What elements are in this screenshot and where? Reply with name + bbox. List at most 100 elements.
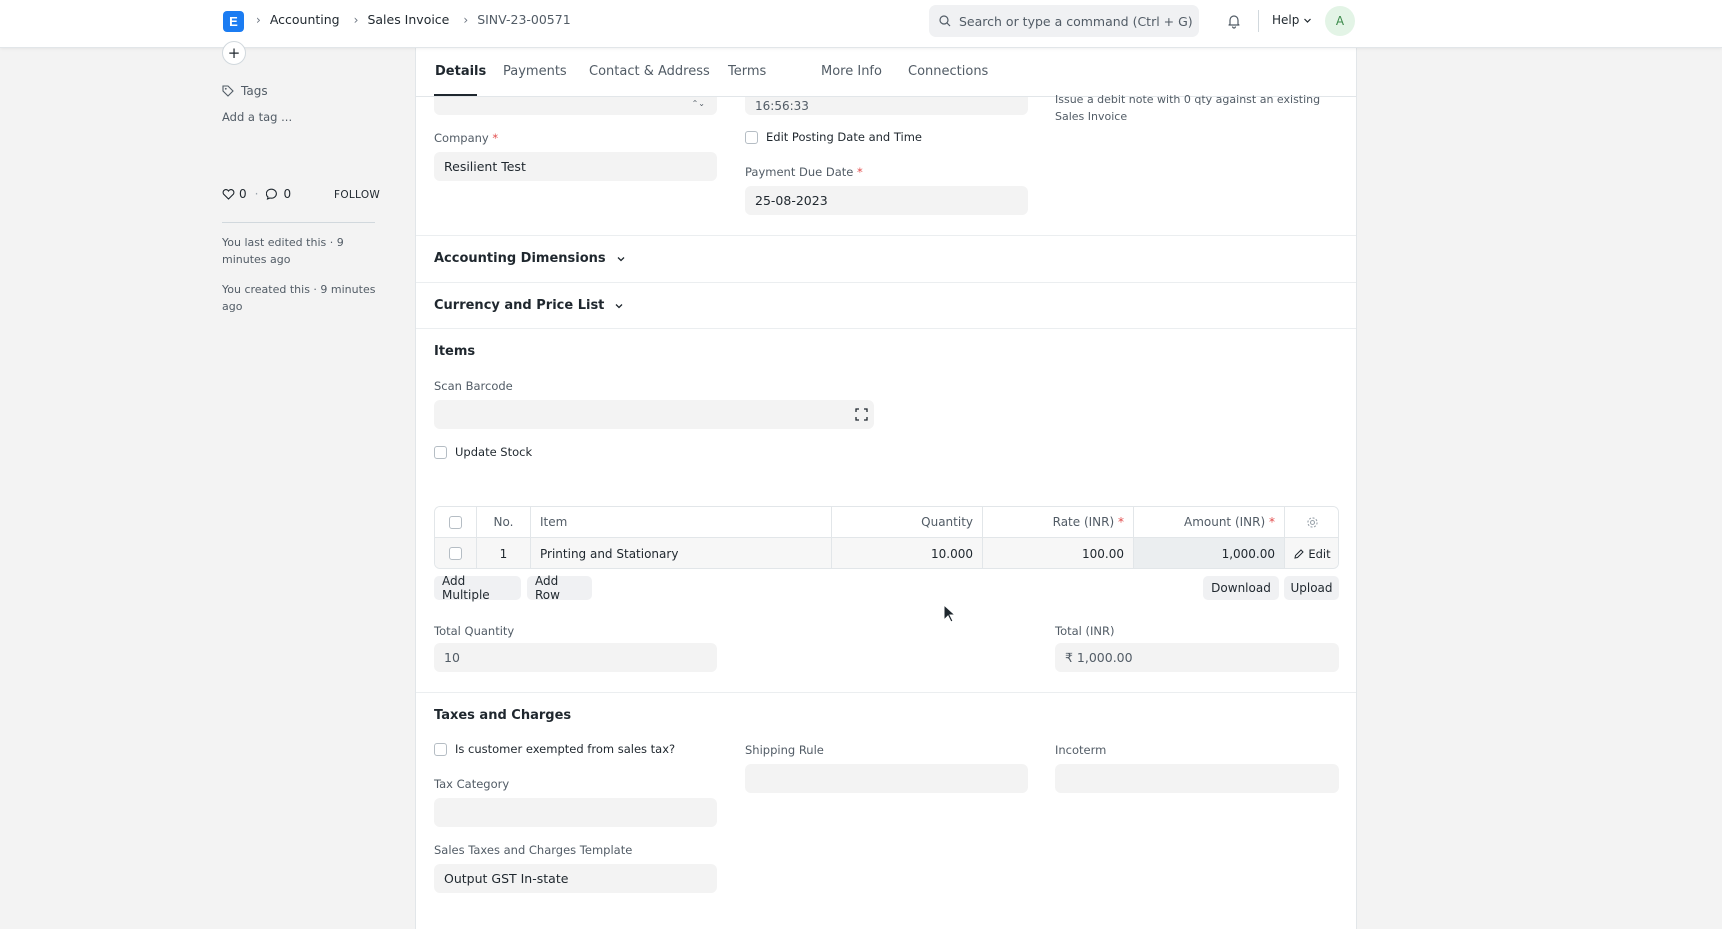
items-section-title: Items — [434, 344, 476, 359]
update-stock-row[interactable]: Update Stock — [434, 445, 532, 459]
help-dropdown[interactable]: Help — [1272, 13, 1312, 27]
tab-contact-address[interactable]: Contact & Address — [589, 64, 710, 79]
table-row[interactable]: 1 Printing and Stationary 10.000 100.00 … — [435, 538, 1338, 568]
incoterm-label: Incoterm — [1055, 743, 1107, 757]
add-tag-link[interactable]: Add a tag ... — [222, 110, 292, 124]
grid-settings-cell — [1285, 507, 1338, 537]
due-date-value: 25-08-2023 — [755, 193, 828, 208]
items-table-header: No. Item Quantity Rate (INR) * Amount (I… — [435, 507, 1338, 538]
chevron-right-icon: › — [353, 12, 359, 27]
follow-button[interactable]: FOLLOW — [334, 189, 380, 201]
add-row-button[interactable]: Add Row — [527, 574, 592, 602]
plus-icon: + — [227, 44, 241, 62]
template-value: Output GST In-state — [444, 871, 569, 886]
edit-posting-checkbox-row[interactable]: Edit Posting Date and Time — [745, 130, 922, 144]
scrolled-select[interactable]: ⌃⌄ — [434, 97, 717, 115]
download-button[interactable]: Download — [1203, 576, 1279, 600]
row-no: 1 — [477, 538, 531, 568]
total-quantity-label: Total Quantity — [434, 624, 515, 638]
select-all-checkbox[interactable] — [449, 515, 462, 529]
posting-time-value: 16:56:33 — [755, 99, 809, 113]
tab-details[interactable]: Details — [435, 64, 486, 79]
row-rate[interactable]: 100.00 — [983, 538, 1134, 568]
col-rate: Rate (INR) * — [983, 507, 1134, 537]
edit-posting-checkbox[interactable] — [745, 130, 758, 144]
exempt-row[interactable]: Is customer exempted from sales tax? — [434, 742, 675, 756]
total-value: ₹ 1,000.00 — [1065, 650, 1133, 665]
breadcrumb-current: SINV-23-00571 — [477, 12, 571, 27]
row-edit-label: Edit — [1308, 546, 1331, 561]
select-arrows-icon: ⌃⌄ — [691, 99, 705, 108]
created-note: You created this · 9 minutes ago — [222, 283, 376, 313]
items-table: No. Item Quantity Rate (INR) * Amount (I… — [434, 506, 1339, 569]
chevron-down-icon — [617, 256, 625, 261]
template-field[interactable]: Output GST In-state — [434, 864, 717, 893]
chevron-right-icon: › — [256, 12, 261, 27]
tab-terms[interactable]: Terms — [728, 64, 766, 79]
tab-payments[interactable]: Payments — [503, 64, 567, 79]
tax-category-field[interactable] — [434, 798, 717, 827]
due-date-field[interactable]: 25-08-2023 — [745, 186, 1028, 215]
select-all-cell — [435, 507, 477, 537]
section-divider — [416, 235, 1356, 236]
heart-icon[interactable] — [222, 188, 235, 200]
debit-note-hint: Issue a debit note with 0 qty against an… — [1055, 93, 1321, 123]
tab-more-info[interactable]: More Info — [821, 64, 882, 79]
search-icon — [939, 15, 951, 27]
row-checkbox[interactable] — [449, 547, 462, 560]
chevron-down-icon — [1304, 18, 1312, 23]
upload-button[interactable]: Upload — [1284, 576, 1339, 600]
tags-header: Tags — [222, 84, 268, 98]
scan-barcode-input[interactable] — [434, 400, 874, 429]
currency-price-list-header[interactable]: Currency and Price List — [434, 298, 624, 313]
bell-icon[interactable] — [1226, 13, 1242, 29]
company-label: Company * — [434, 131, 499, 145]
mouse-cursor-icon — [943, 604, 957, 623]
add-multiple-button[interactable]: Add Multiple — [434, 574, 521, 602]
incoterm-field[interactable] — [1055, 764, 1339, 793]
chevron-down-icon — [615, 303, 623, 308]
posting-time-field[interactable]: 16:56:33 — [745, 97, 1028, 115]
row-edit-button[interactable]: Edit — [1285, 538, 1338, 568]
update-stock-checkbox[interactable] — [434, 445, 447, 459]
taxes-section-title: Taxes and Charges — [434, 708, 572, 723]
form-main: Details Payments Contact & Address Terms… — [415, 48, 1357, 929]
active-tab-indicator — [434, 94, 477, 96]
company-value: Resilient Test — [444, 159, 526, 174]
row-quantity[interactable]: 10.000 — [832, 538, 983, 568]
last-edited-note: You last edited this · 9 minutes ago — [222, 236, 344, 266]
pencil-icon — [1294, 548, 1305, 559]
breadcrumb-accounting[interactable]: Accounting — [270, 12, 340, 27]
gear-icon[interactable] — [1306, 516, 1319, 529]
chevron-right-icon: › — [463, 12, 469, 27]
search-bar[interactable]: Search or type a command (Ctrl + G) — [929, 5, 1199, 37]
breadcrumb-sales-invoice[interactable]: Sales Invoice — [367, 12, 449, 27]
app-logo[interactable]: E — [223, 11, 244, 32]
row-amount: 1,000.00 — [1134, 538, 1285, 568]
accounting-dimensions-header[interactable]: Accounting Dimensions — [434, 251, 626, 266]
comment-icon[interactable] — [266, 188, 279, 200]
col-item: Item — [531, 507, 832, 537]
user-avatar[interactable]: A — [1325, 6, 1355, 36]
shipping-rule-field[interactable] — [745, 764, 1028, 793]
form-tabs: Details Payments Contact & Address Terms… — [416, 48, 1356, 97]
shipping-rule-label: Shipping Rule — [745, 743, 824, 757]
breadcrumb: › Accounting › Sales Invoice › SINV-23-0… — [256, 12, 585, 27]
row-item[interactable]: Printing and Stationary — [531, 538, 832, 568]
row-select-cell — [435, 538, 477, 568]
exempt-label: Is customer exempted from sales tax? — [455, 742, 676, 756]
navbar: E › Accounting › Sales Invoice › SINV-23… — [0, 0, 1722, 48]
likes-count: 0 — [239, 187, 247, 201]
exempt-checkbox[interactable] — [434, 742, 447, 756]
scan-icon[interactable] — [855, 408, 868, 421]
total-quantity-value: 10 — [444, 650, 460, 665]
add-attachment-button[interactable]: + — [222, 41, 246, 65]
tab-connections[interactable]: Connections — [908, 64, 988, 79]
sidebar-divider — [222, 222, 375, 223]
help-label: Help — [1272, 13, 1300, 27]
likes-comments: 0 · 0 — [222, 187, 291, 201]
section-divider — [416, 328, 1356, 329]
company-field[interactable]: Resilient Test — [434, 152, 717, 181]
col-no: No. — [477, 507, 531, 537]
navbar-divider — [1258, 10, 1259, 32]
